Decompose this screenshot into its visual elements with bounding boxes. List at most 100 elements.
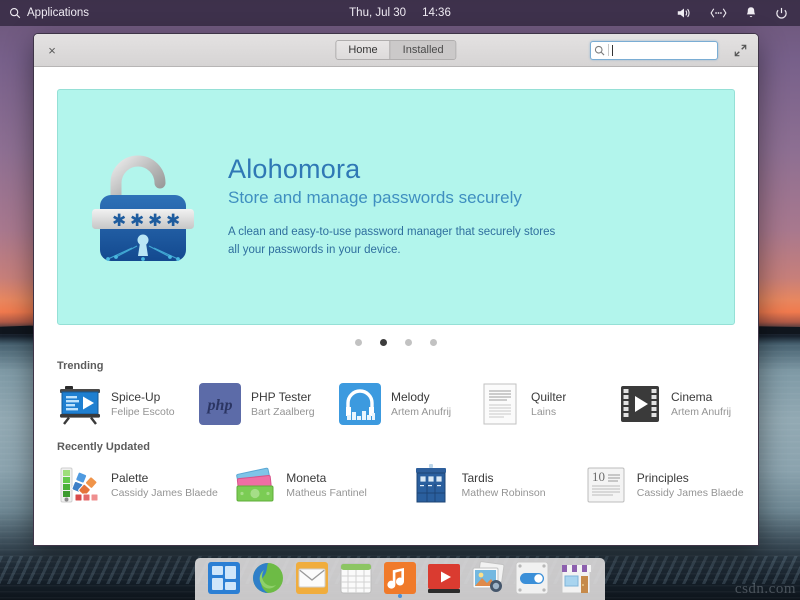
document-lines-icon: [477, 381, 523, 427]
app-card-palette[interactable]: Palette Cassidy James Blaede: [57, 462, 232, 508]
app-card-quilter[interactable]: Quilter Lains: [477, 381, 617, 427]
network-icon[interactable]: [710, 7, 727, 19]
window-content: ✱✱✱✱: [34, 67, 758, 545]
svg-text:✱: ✱: [166, 211, 180, 231]
top-panel: Applications Thu, Jul 30 14:36: [0, 0, 800, 26]
settings-icon[interactable]: [515, 561, 549, 595]
presentation-icon: [57, 381, 103, 427]
svg-text:php: php: [206, 397, 233, 414]
close-button[interactable]: ×: [44, 42, 60, 58]
search-divider: [608, 44, 609, 56]
banknotes-icon: [232, 462, 278, 508]
window-titlebar: × Home Installed: [34, 34, 758, 67]
app-card-principles[interactable]: 10 Principles Cassidy James Bl: [583, 462, 758, 508]
watermark-text: csdn.com: [735, 581, 796, 598]
app-name: Quilter: [531, 389, 566, 405]
carousel-dot-1[interactable]: [355, 339, 362, 346]
app-meta: Melody Artem Anufrij: [391, 389, 451, 419]
app-card-melody[interactable]: Melody Artem Anufrij: [337, 381, 477, 427]
app-card-cinema[interactable]: Cinema Artem Anufrij: [617, 381, 757, 427]
app-author: Lains: [531, 405, 566, 419]
svg-text:10: 10: [592, 469, 605, 484]
tab-home[interactable]: Home: [336, 41, 389, 59]
document-ten-icon: 10: [583, 462, 629, 508]
view-tabs: Home Installed: [335, 40, 456, 60]
appcenter-icon[interactable]: [559, 561, 593, 595]
app-card-tardis[interactable]: Tardis Mathew Robinson: [408, 462, 583, 508]
calendar-icon[interactable]: [339, 561, 373, 595]
banner-description: A clean and easy-to-use password manager…: [228, 224, 558, 260]
section-title-trending: Trending: [57, 360, 758, 372]
music-icon[interactable]: [383, 561, 417, 595]
section-trending: Trending: [57, 360, 758, 427]
carousel-dot-2[interactable]: [380, 339, 387, 346]
padlock-icon: ✱✱✱✱: [58, 147, 228, 267]
app-author: Cassidy James Blaede: [111, 486, 218, 500]
text-caret: [612, 45, 613, 56]
app-name: Melody: [391, 389, 451, 405]
svg-text:✱: ✱: [130, 211, 144, 231]
notifications-icon[interactable]: [745, 6, 757, 20]
applications-menu[interactable]: Applications: [0, 7, 89, 19]
mail-icon[interactable]: [295, 561, 329, 595]
app-meta: Quilter Lains: [531, 389, 566, 419]
app-meta: Cinema Artem Anufrij: [671, 389, 731, 419]
recently-updated-app-row: Palette Cassidy James Blaede: [57, 462, 758, 508]
dock: [195, 558, 605, 600]
app-meta: Principles Cassidy James Blaede: [637, 470, 744, 500]
volume-icon[interactable]: [676, 6, 692, 20]
app-name: Tardis: [462, 470, 546, 486]
app-name: Cinema: [671, 389, 731, 405]
photos-icon[interactable]: [471, 561, 505, 595]
maximize-button[interactable]: [733, 43, 747, 57]
tab-installed[interactable]: Installed: [390, 41, 456, 59]
applications-label: Applications: [27, 7, 89, 19]
svg-text:✱: ✱: [148, 211, 162, 231]
app-author: Felipe Escoto: [111, 405, 175, 419]
trending-app-row: Spice-Up Felipe Escoto php PHP Tester Ba…: [57, 381, 758, 427]
featured-banner[interactable]: ✱✱✱✱: [57, 89, 735, 325]
app-card-spice-up[interactable]: Spice-Up Felipe Escoto: [57, 381, 197, 427]
app-author: Artem Anufrij: [391, 405, 451, 419]
app-meta: Tardis Mathew Robinson: [462, 470, 546, 500]
section-title-recently-updated: Recently Updated: [57, 441, 758, 453]
banner-text-block: Alohomora Store and manage passwords sec…: [228, 154, 734, 260]
php-icon: php: [197, 381, 243, 427]
app-author: Bart Zaalberg: [251, 405, 315, 419]
power-icon[interactable]: [775, 7, 788, 20]
running-indicator: [398, 594, 402, 598]
app-author: Matheus Fantinel: [286, 486, 367, 500]
section-recently-updated: Recently Updated: [57, 441, 758, 508]
web-browser-icon[interactable]: [251, 561, 285, 595]
appcenter-window: × Home Installed: [33, 33, 759, 546]
carousel-dots: [34, 339, 758, 346]
carousel-dot-3[interactable]: [405, 339, 412, 346]
svg-text:✱: ✱: [112, 211, 126, 231]
files-icon[interactable]: [207, 561, 241, 595]
headphones-icon: [337, 381, 383, 427]
videos-icon[interactable]: [427, 561, 461, 595]
app-name: Moneta: [286, 470, 367, 486]
panel-time: 14:36: [422, 7, 451, 19]
app-card-moneta[interactable]: Moneta Matheus Fantinel: [232, 462, 407, 508]
app-author: Mathew Robinson: [462, 486, 546, 500]
banner-title: Alohomora: [228, 154, 694, 185]
app-author: Cassidy James Blaede: [637, 486, 744, 500]
app-name: Palette: [111, 470, 218, 486]
carousel-dot-4[interactable]: [430, 339, 437, 346]
app-name: Principles: [637, 470, 744, 486]
search-input[interactable]: [590, 41, 718, 60]
system-tray: [676, 6, 800, 20]
app-card-php-tester[interactable]: php PHP Tester Bart Zaalberg: [197, 381, 337, 427]
color-swatches-icon: [57, 462, 103, 508]
app-meta: PHP Tester Bart Zaalberg: [251, 389, 315, 419]
film-play-icon: [617, 381, 663, 427]
app-meta: Spice-Up Felipe Escoto: [111, 389, 175, 419]
app-name: PHP Tester: [251, 389, 315, 405]
search-icon: [9, 7, 21, 19]
app-meta: Palette Cassidy James Blaede: [111, 470, 218, 500]
app-name: Spice-Up: [111, 389, 175, 405]
police-box-icon: [408, 462, 454, 508]
panel-date: Thu, Jul 30: [349, 7, 406, 19]
app-author: Artem Anufrij: [671, 405, 731, 419]
